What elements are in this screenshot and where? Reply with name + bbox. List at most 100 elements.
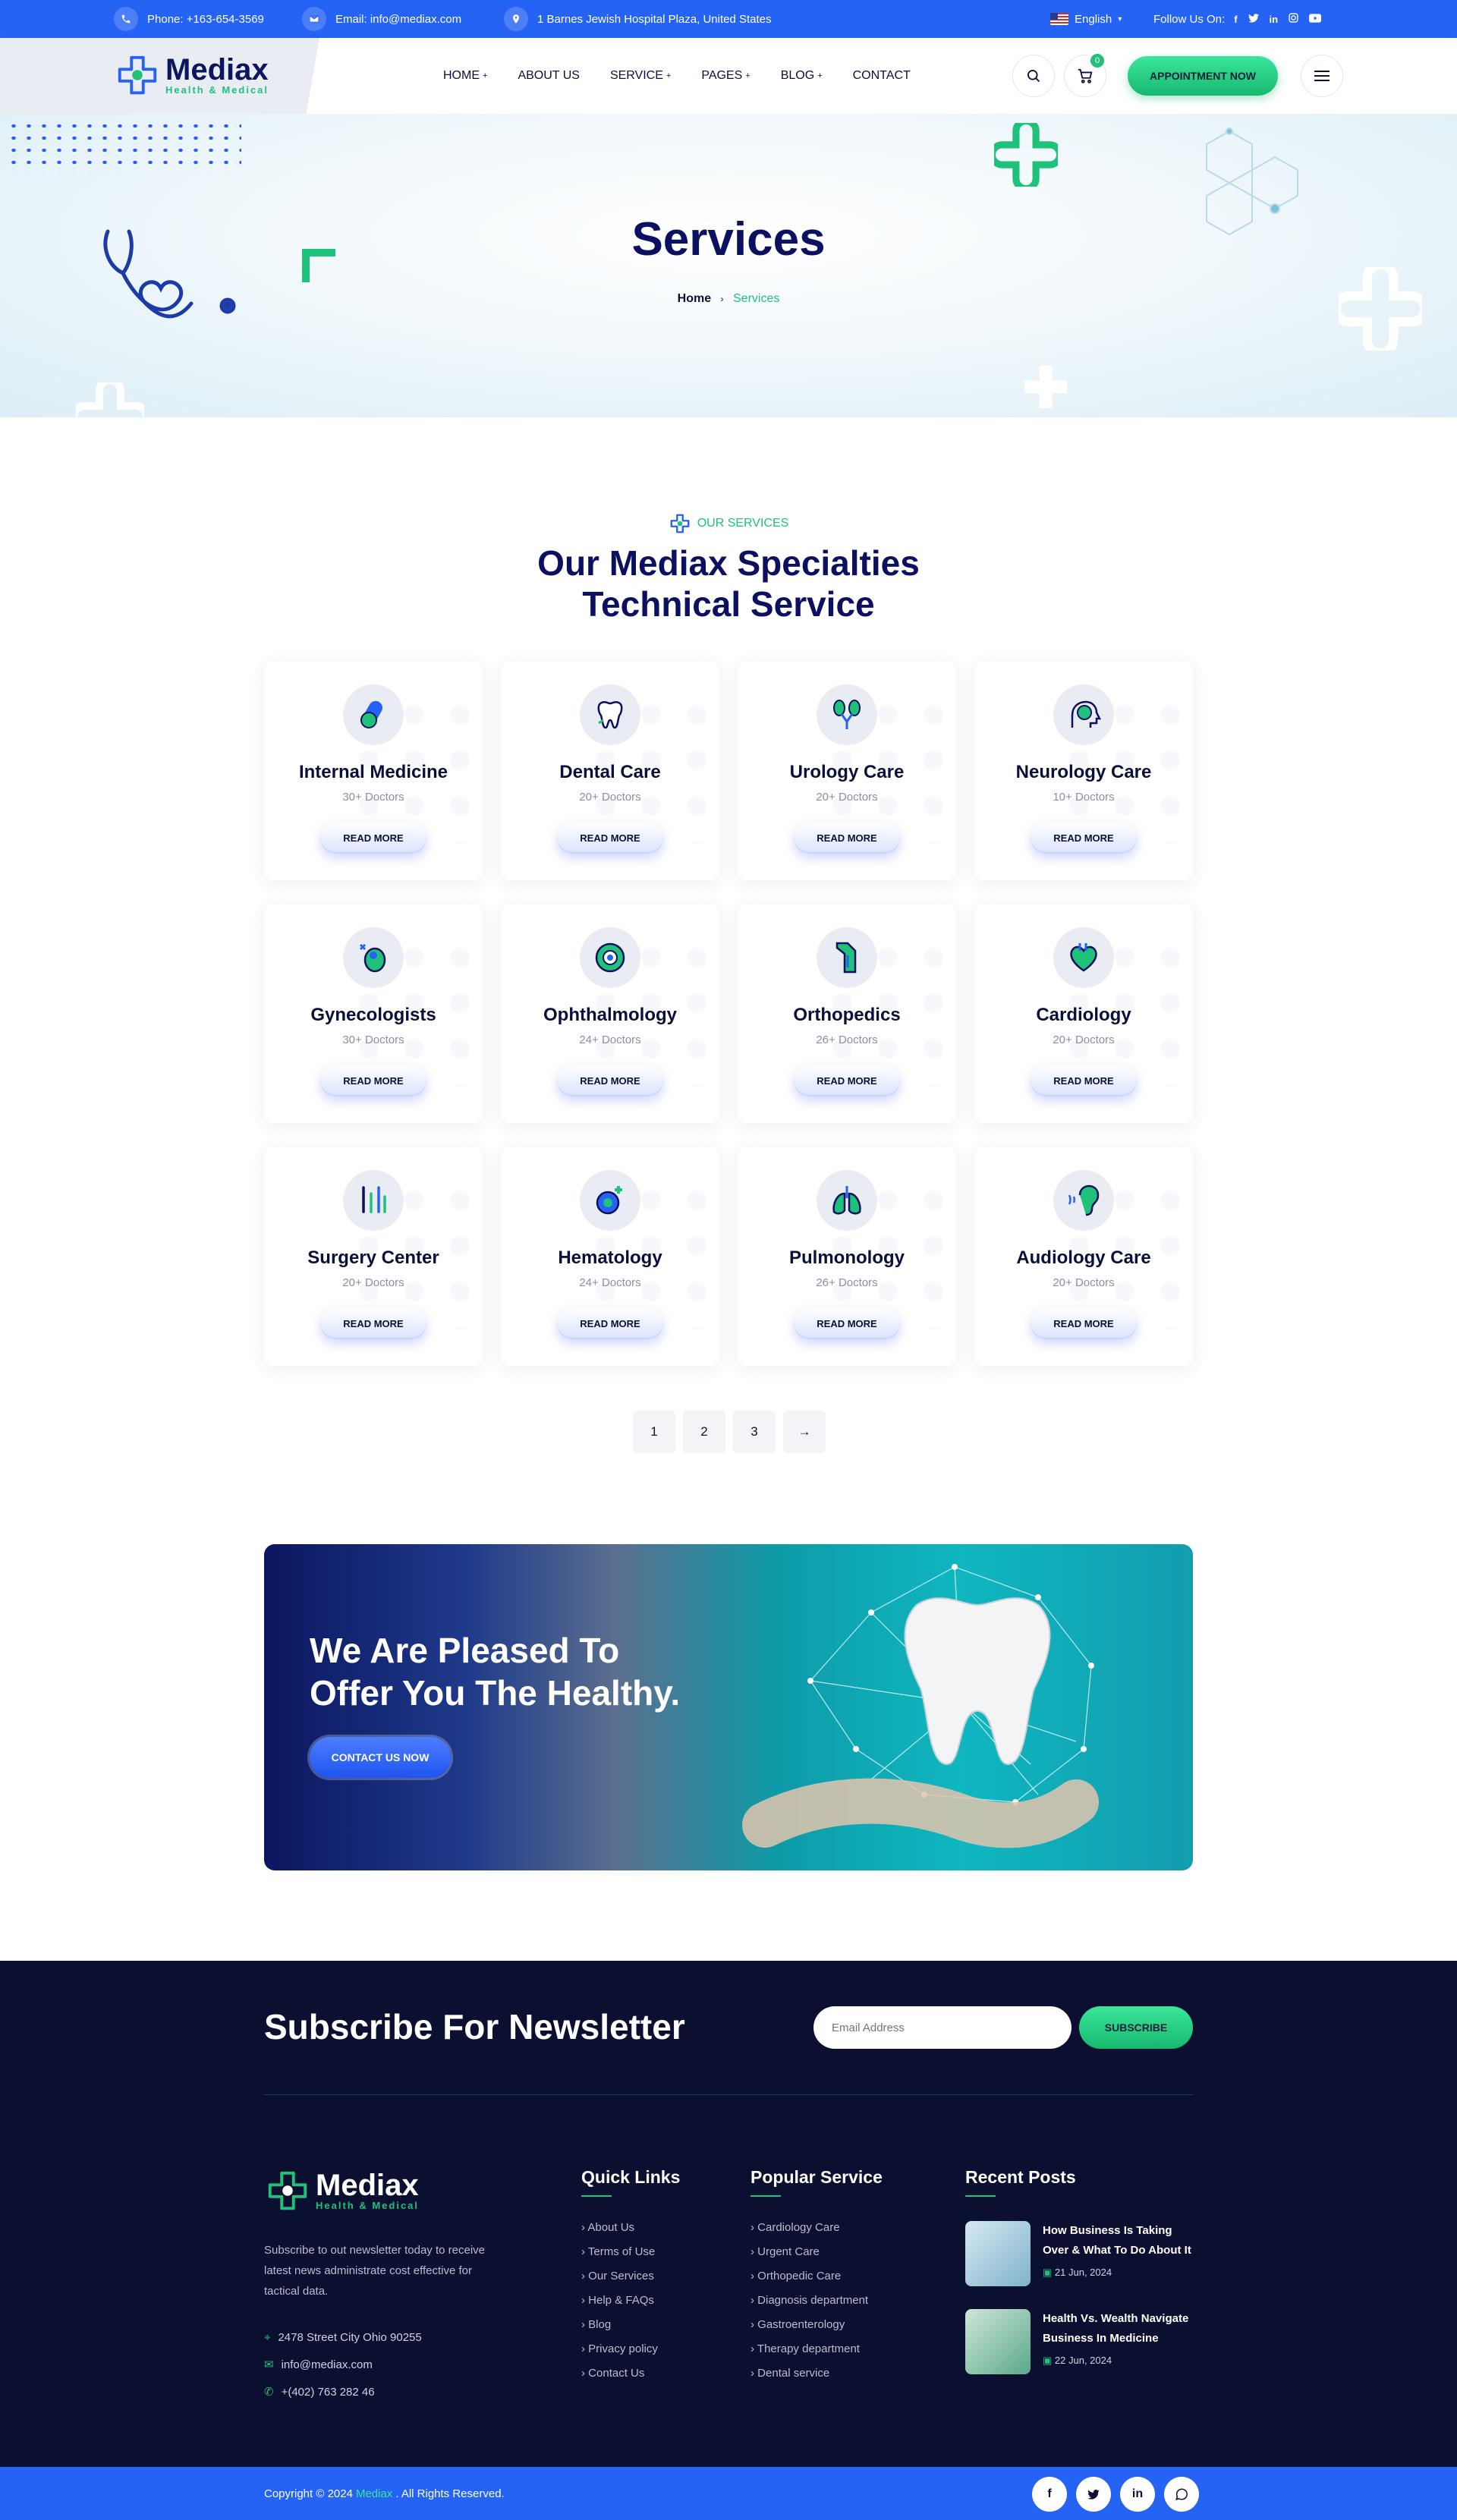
post-date-text: 21 Jun, 2024 — [1054, 2267, 1112, 2278]
read-more-button[interactable]: READ MORE — [1031, 1065, 1137, 1096]
footer-link[interactable]: › Therapy department — [751, 2342, 883, 2367]
whatsapp-icon[interactable] — [1164, 2477, 1199, 2512]
nav-contact[interactable]: CONTACT — [853, 69, 911, 83]
footer-link[interactable]: › Urgent Care — [751, 2245, 883, 2270]
service-card[interactable]: Surgery Center 20+ Doctors READ MORE — [264, 1147, 483, 1366]
cart-button[interactable]: 0 — [1064, 54, 1106, 97]
appointment-button[interactable]: APPOINTMENT NOW — [1128, 56, 1278, 96]
read-more-button[interactable]: READ MORE — [1031, 1307, 1137, 1339]
footer-link[interactable]: › Diagnosis department — [751, 2294, 883, 2318]
service-card[interactable]: Pulmonology 26+ Doctors READ MORE — [738, 1147, 956, 1366]
footer-link-label: About Us — [587, 2221, 635, 2234]
service-card[interactable]: Cardiology 20+ Doctors READ MORE — [974, 904, 1193, 1123]
phone-info[interactable]: Phone: +163-654-3569 — [114, 0, 264, 38]
nav-pages[interactable]: PAGES + — [701, 69, 750, 83]
footer-phone[interactable]: ✆ +(402) 763 282 46 — [264, 2378, 422, 2405]
instagram-icon[interactable] — [1289, 13, 1298, 25]
location-pin-icon: ⌖ — [264, 2330, 271, 2344]
page-2-button[interactable]: 2 — [683, 1411, 725, 1453]
site-logo[interactable]: Mediax Health & Medical — [114, 52, 269, 99]
service-cards-grid: Internal Medicine 30+ Doctors READ MORE … — [264, 662, 1193, 1366]
service-card[interactable]: Ophthalmology 24+ Doctors READ MORE — [501, 904, 719, 1123]
nav-service-label: SERVICE — [609, 69, 663, 82]
language-selector[interactable]: English ▾ — [1050, 0, 1122, 38]
read-more-button[interactable]: READ MORE — [1031, 822, 1137, 854]
read-more-button[interactable]: READ MORE — [794, 1307, 900, 1339]
email-info[interactable]: Email: info@mediax.com — [302, 0, 461, 38]
service-card[interactable]: Gynecologists 30+ Doctors READ MORE — [264, 904, 483, 1123]
surgery-tools-icon — [343, 1170, 404, 1231]
nav-blog[interactable]: BLOG + — [781, 69, 823, 83]
footer-link[interactable]: › Our Services — [581, 2270, 680, 2294]
post-title[interactable]: Health Vs. Wealth Navigate Business In M… — [1043, 2309, 1194, 2349]
subscribe-button[interactable]: SUBSCRIBE — [1079, 2006, 1193, 2049]
newsletter-title: Subscribe For Newsletter — [264, 2007, 685, 2047]
breadcrumb-home[interactable]: Home — [678, 292, 711, 305]
footer-link[interactable]: › Terms of Use — [581, 2245, 680, 2270]
service-card[interactable]: Orthopedics 26+ Doctors READ MORE — [738, 904, 956, 1123]
service-card[interactable]: Neurology Care 10+ Doctors READ MORE — [974, 662, 1193, 880]
recent-post[interactable]: Health Vs. Wealth Navigate Business In M… — [965, 2309, 1194, 2374]
section-title-line1: Our Mediax Specialties — [537, 543, 920, 583]
read-more-button[interactable]: READ MORE — [320, 822, 426, 854]
read-more-button[interactable]: READ MORE — [794, 1065, 900, 1096]
cta-title-line1: We Are Pleased To — [310, 1631, 620, 1670]
facebook-icon[interactable]: f — [1234, 14, 1237, 25]
post-title[interactable]: How Business Is Taking Over & What To Do… — [1043, 2221, 1194, 2260]
title-underline — [751, 2195, 781, 2197]
linkedin-icon[interactable]: in — [1120, 2477, 1155, 2512]
breadcrumb: Home › Services — [0, 292, 1457, 306]
dot-pattern-decoration — [6, 120, 241, 173]
read-more-button[interactable]: READ MORE — [557, 1065, 663, 1096]
next-page-arrow-icon[interactable]: → — [783, 1411, 826, 1453]
footer-logo[interactable]: Mediax Health & Medical — [264, 2167, 419, 2214]
service-card[interactable]: Dental Care 20+ Doctors READ MORE — [501, 662, 719, 880]
footer-link[interactable]: › Orthopedic Care — [751, 2270, 883, 2294]
read-more-button[interactable]: READ MORE — [557, 1307, 663, 1339]
search-button[interactable] — [1012, 55, 1055, 97]
section-subtitle-label: OUR SERVICES — [697, 517, 789, 530]
quick-links-title: Quick Links — [581, 2167, 681, 2187]
newsletter-email-input[interactable] — [813, 2006, 1072, 2049]
page-3-button[interactable]: 3 — [733, 1411, 776, 1453]
tooth-in-hand-illustration — [742, 1564, 1099, 1848]
service-card[interactable]: Hematology 24+ Doctors READ MORE — [501, 1147, 719, 1366]
footer-link[interactable]: › Dental service — [751, 2367, 883, 2391]
twitter-icon[interactable] — [1248, 13, 1259, 25]
footer-logo-tagline: Health & Medical — [316, 2199, 420, 2211]
footer-email[interactable]: ✉ info@mediax.com — [264, 2351, 422, 2378]
twitter-icon[interactable] — [1076, 2477, 1111, 2512]
footer-link[interactable]: › Privacy policy — [581, 2342, 680, 2367]
nav-service[interactable]: SERVICE + — [610, 69, 671, 83]
page-1-button[interactable]: 1 — [633, 1411, 675, 1453]
footer-link[interactable]: › Gastroenterology — [751, 2318, 883, 2342]
recent-posts-title: Recent Posts — [965, 2167, 1076, 2187]
footer-link[interactable]: › Help & FAQs — [581, 2294, 680, 2318]
read-more-button[interactable]: READ MORE — [320, 1307, 426, 1339]
copyright-brand[interactable]: Mediax — [356, 2487, 392, 2500]
address-text: 1 Barnes Jewish Hospital Plaza, United S… — [537, 12, 772, 26]
footer-link-label: Blog — [588, 2318, 612, 2331]
linkedin-icon[interactable]: in — [1270, 14, 1279, 25]
title-underline — [965, 2195, 996, 2197]
footer-link[interactable]: › Cardiology Care — [751, 2221, 883, 2245]
nav-home[interactable]: HOME + — [443, 69, 487, 83]
footer-link-label: Contact Us — [588, 2367, 645, 2380]
read-more-button[interactable]: READ MORE — [320, 1065, 426, 1096]
service-card[interactable]: Internal Medicine 30+ Doctors READ MORE — [264, 662, 483, 880]
footer-link[interactable]: › Blog — [581, 2318, 680, 2342]
nav-about[interactable]: ABOUT US — [518, 69, 580, 83]
service-card[interactable]: Audiology Care 20+ Doctors READ MORE — [974, 1147, 1193, 1366]
menu-button[interactable] — [1301, 55, 1343, 97]
footer-link-label: Our Services — [588, 2270, 654, 2282]
read-more-button[interactable]: READ MORE — [557, 822, 663, 854]
recent-post[interactable]: How Business Is Taking Over & What To Do… — [965, 2221, 1194, 2286]
footer-link[interactable]: › About Us — [581, 2221, 680, 2245]
facebook-icon[interactable]: f — [1032, 2477, 1067, 2512]
service-card[interactable]: Urology Care 20+ Doctors READ MORE — [738, 662, 956, 880]
footer-link[interactable]: › Contact Us — [581, 2367, 680, 2391]
youtube-icon[interactable] — [1309, 13, 1322, 25]
contact-us-button[interactable]: CONTACT US NOW — [310, 1737, 451, 1778]
tooth-icon — [580, 684, 640, 745]
read-more-button[interactable]: READ MORE — [794, 822, 900, 854]
